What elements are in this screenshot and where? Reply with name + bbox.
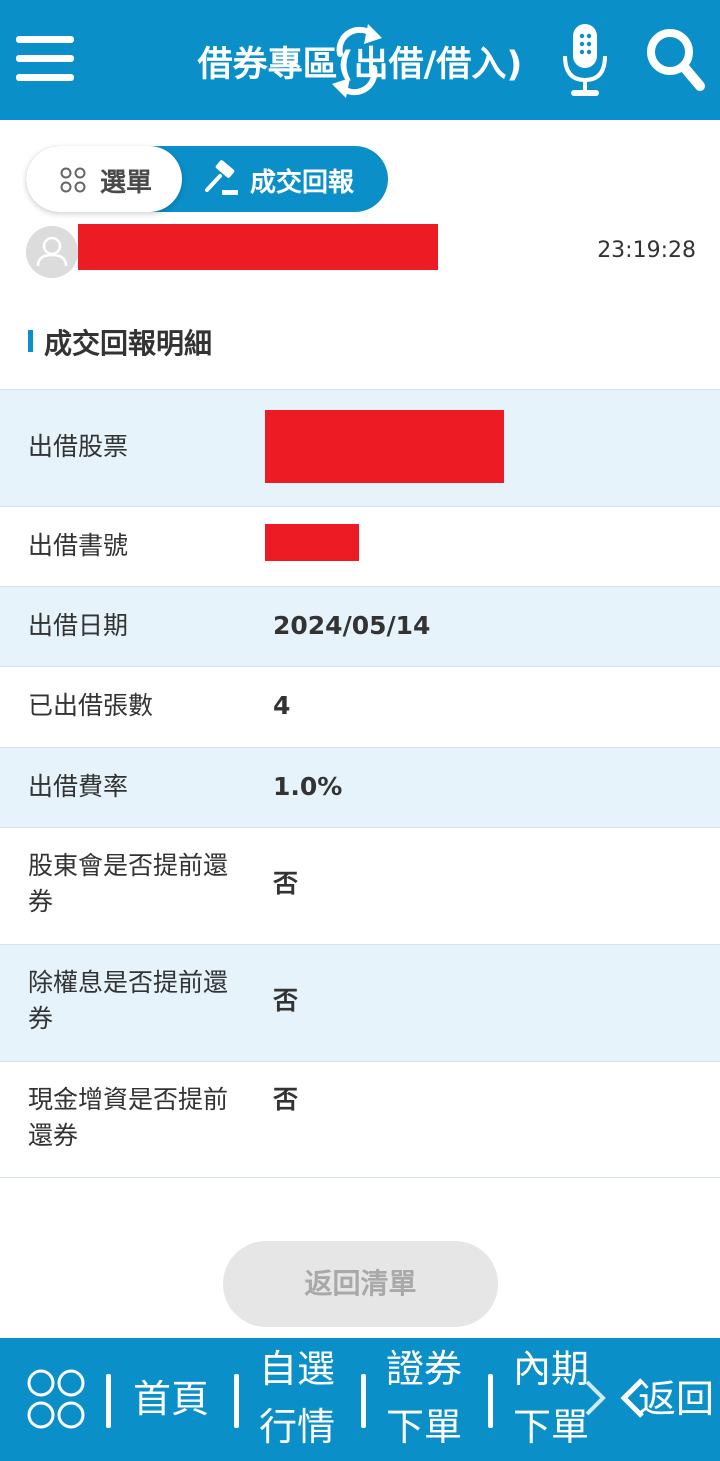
chevron-right-icon[interactable] xyxy=(583,1378,607,1418)
detail-value: 1.0% xyxy=(273,772,343,801)
nav-separator xyxy=(361,1374,366,1428)
account-name-redacted xyxy=(78,224,438,270)
nav-item-watchlist[interactable]: 自選行情 xyxy=(254,1340,340,1456)
detail-value: 否 xyxy=(273,1085,299,1114)
stock-value-redacted xyxy=(265,410,504,483)
header-title-area[interactable]: 借券專區(出借/借入) xyxy=(180,24,540,98)
page-title: 借券專區(出借/借入) xyxy=(197,45,523,85)
detail-label: 出借費率 xyxy=(28,772,129,801)
section-heading-text: 成交回報明細 xyxy=(44,327,213,360)
detail-label: 除權息是否提前還券 xyxy=(28,968,229,1033)
detail-row-shareholder-meeting: 股東會是否提前還券 否 xyxy=(0,827,720,944)
detail-label: 已出借張數 xyxy=(28,691,154,720)
contract-no-redacted xyxy=(265,524,359,561)
bottom-nav: 首頁 自選行情 證券下單 內期下單 返回 xyxy=(0,1338,720,1461)
detail-label: 股東會是否提前還券 xyxy=(28,851,229,916)
grid-icon xyxy=(60,167,86,193)
back-to-list-button[interactable]: 返回清單 xyxy=(223,1241,498,1327)
report-time: 23:19:28 xyxy=(597,238,696,263)
trade-detail-table: 出借股票 出借書號 出借日期 2024/05/14 已出借張數 4 出借費率 1… xyxy=(0,389,720,1178)
detail-label: 現金增資是否提前還券 xyxy=(28,1085,229,1150)
back-button-label: 返回 xyxy=(638,1377,715,1421)
apps-grid-icon[interactable] xyxy=(26,1368,86,1430)
detail-label: 出借股票 xyxy=(28,432,129,461)
search-icon[interactable] xyxy=(644,24,706,94)
detail-value: 否 xyxy=(273,869,299,898)
detail-row-fee-rate: 出借費率 1.0% xyxy=(0,747,720,827)
nav-separator xyxy=(488,1374,493,1428)
nav-item-home[interactable]: 首頁 xyxy=(128,1370,214,1428)
detail-value: 2024/05/14 xyxy=(273,611,431,640)
nav-item-futures-order[interactable]: 內期下單 xyxy=(508,1340,594,1456)
microphone-icon[interactable] xyxy=(558,22,612,100)
user-avatar-icon xyxy=(26,226,78,278)
nav-separator xyxy=(106,1374,111,1428)
detail-label: 出借書號 xyxy=(28,531,129,560)
tab-orders[interactable]: 選單 xyxy=(26,146,182,212)
tab-trade-report-label: 成交回報 xyxy=(250,168,355,198)
view-tabs: 選單 成交回報 xyxy=(26,146,388,212)
detail-row-lots: 已出借張數 4 xyxy=(0,666,720,747)
detail-row-contract-no: 出借書號 xyxy=(0,506,720,586)
section-heading-bar xyxy=(28,330,33,352)
detail-value: 4 xyxy=(273,691,291,720)
detail-row-cash-capital: 現金增資是否提前還券 否 xyxy=(0,1061,720,1177)
detail-row-stock: 出借股票 xyxy=(0,389,720,506)
detail-row-date: 出借日期 2024/05/14 xyxy=(0,586,720,666)
hamburger-menu-icon[interactable] xyxy=(16,36,74,82)
back-button[interactable]: 返回 xyxy=(620,1368,720,1430)
detail-value: 否 xyxy=(273,986,299,1015)
table-bottom-border xyxy=(0,1177,720,1178)
gavel-icon xyxy=(205,160,238,195)
detail-row-ex-dividend: 除權息是否提前還券 否 xyxy=(0,944,720,1061)
tab-trade-report[interactable]: 成交回報 xyxy=(182,146,388,212)
nav-item-securities-order[interactable]: 證券下單 xyxy=(381,1340,467,1456)
app-header: 借券專區(出借/借入) xyxy=(0,0,720,120)
nav-separator xyxy=(234,1374,239,1428)
tab-orders-label: 選單 xyxy=(100,168,153,198)
detail-label: 出借日期 xyxy=(28,611,129,640)
